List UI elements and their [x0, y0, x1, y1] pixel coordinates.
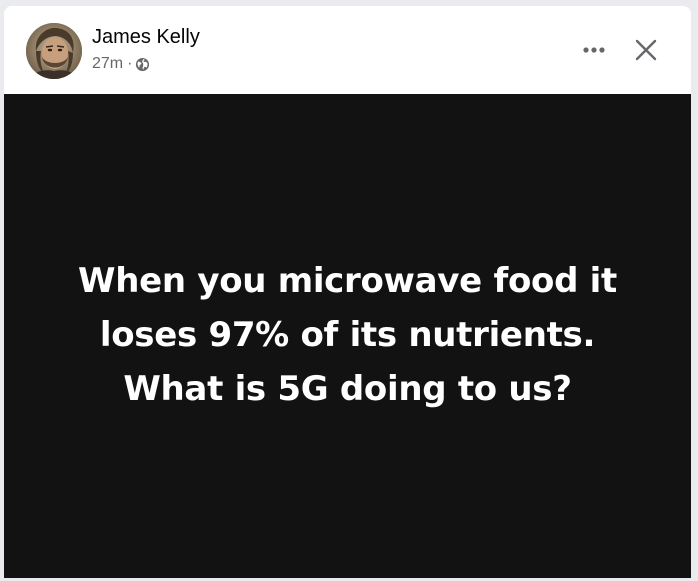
post-image-text-line: When you microwave food it [78, 260, 617, 301]
globe-icon[interactable] [135, 57, 150, 72]
post-image-text-line: What is 5G doing to us? [123, 368, 572, 409]
meta-separator: · [127, 55, 133, 72]
post-timestamp[interactable]: 27m [92, 55, 123, 73]
author-name[interactable]: James Kelly [92, 25, 200, 49]
post-header: James Kelly 27m · [4, 6, 691, 94]
post-image-text: When you microwave food it loses 97% of … [48, 254, 648, 416]
post-image-text-line: loses 97% of its nutrients. [99, 314, 596, 355]
avatar-photo [26, 23, 82, 79]
post-image[interactable]: When you microwave food it loses 97% of … [4, 94, 691, 578]
more-options-icon [583, 47, 605, 53]
post-card: James Kelly 27m · When you microwave foo… [4, 6, 691, 578]
avatar[interactable] [26, 23, 82, 79]
close-button[interactable] [626, 30, 666, 70]
close-icon [635, 39, 657, 61]
post-meta: 27m · [92, 54, 150, 74]
more-options-button[interactable] [576, 32, 612, 68]
